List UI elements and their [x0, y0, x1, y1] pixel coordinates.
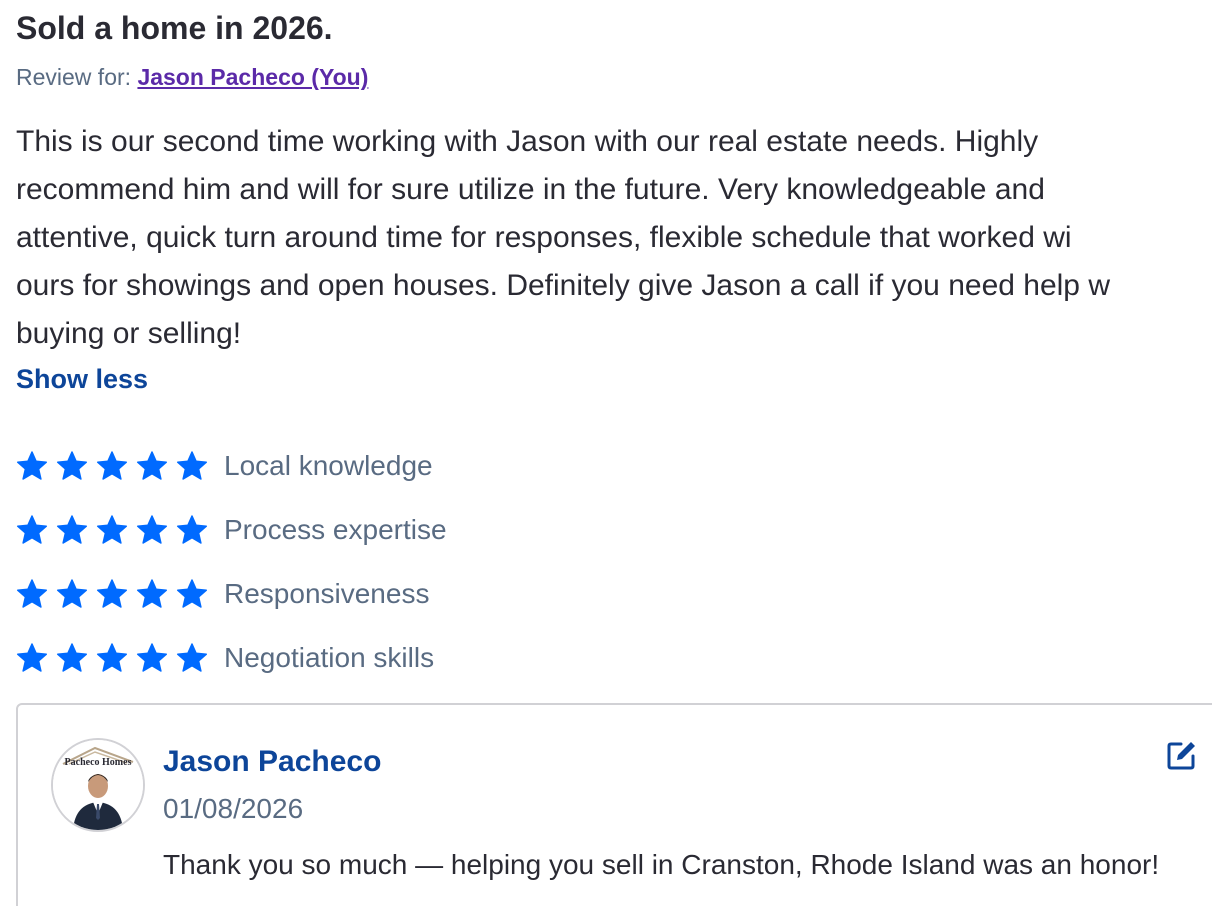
review-for-line: Review for: Jason Pacheco (You) [16, 64, 368, 91]
reply-text: Thank you so much — helping you sell in … [163, 849, 1160, 880]
ratings-list: Local knowledge Process expertise Respon… [16, 434, 447, 690]
rating-label: Negotiation skills [224, 642, 435, 673]
review-body-line: recommend him and will for sure utilize … [16, 173, 1045, 206]
star-rating [16, 642, 224, 674]
star-icon [136, 643, 168, 672]
rating-row: Negotiation skills [16, 626, 447, 690]
star-icon [176, 579, 208, 608]
rating-label: Local knowledge [224, 450, 433, 481]
review-body-line: ours for showings and open houses. Defin… [16, 269, 1110, 302]
star-icon [176, 515, 208, 544]
star-icon [56, 643, 88, 672]
agent-profile-link[interactable]: Jason Pacheco (You) [137, 64, 368, 90]
review-title: Sold a home in 2026. [16, 10, 333, 46]
show-less-button[interactable]: Show less [16, 364, 148, 395]
review-body-line: This is our second time working with Jas… [16, 125, 1039, 158]
agent-reply-card: Pacheco Homes Jason Pacheco 01/08/2026 T… [16, 703, 1212, 906]
star-icon [56, 579, 88, 608]
star-icon [16, 643, 48, 672]
avatar-logo-text: Pacheco Homes [65, 757, 132, 768]
review-body-line: attentive, quick turn around time for re… [16, 221, 1072, 254]
agent-photo-icon: Pacheco Homes [53, 740, 143, 830]
edit-icon [1167, 742, 1195, 770]
star-icon [96, 515, 128, 544]
edit-reply-button[interactable] [1165, 738, 1199, 772]
star-icon [16, 579, 48, 608]
star-icon [136, 515, 168, 544]
review-body: This is our second time working with Jas… [16, 118, 1212, 358]
star-icon [176, 451, 208, 480]
star-rating [16, 578, 224, 610]
star-icon [16, 451, 48, 480]
star-icon [96, 643, 128, 672]
star-icon [56, 515, 88, 544]
review-for-label: Review for: [16, 64, 138, 90]
star-icon [56, 451, 88, 480]
star-icon [96, 579, 128, 608]
star-icon [136, 451, 168, 480]
star-rating [16, 450, 224, 482]
review-page: Sold a home in 2026. Review for: Jason P… [0, 0, 1212, 906]
avatar: Pacheco Homes [51, 738, 145, 832]
review-body-line: buying or selling! [16, 317, 242, 350]
star-icon [136, 579, 168, 608]
reply-author-name[interactable]: Jason Pacheco [163, 745, 381, 779]
rating-label: Responsiveness [224, 578, 430, 609]
rating-row: Responsiveness [16, 562, 447, 626]
star-icon [176, 643, 208, 672]
reply-date: 01/08/2026 [163, 793, 304, 824]
rating-row: Process expertise [16, 498, 447, 562]
rating-row: Local knowledge [16, 434, 447, 498]
rating-label: Process expertise [224, 514, 447, 545]
star-icon [96, 451, 128, 480]
star-icon [16, 515, 48, 544]
star-rating [16, 514, 224, 546]
